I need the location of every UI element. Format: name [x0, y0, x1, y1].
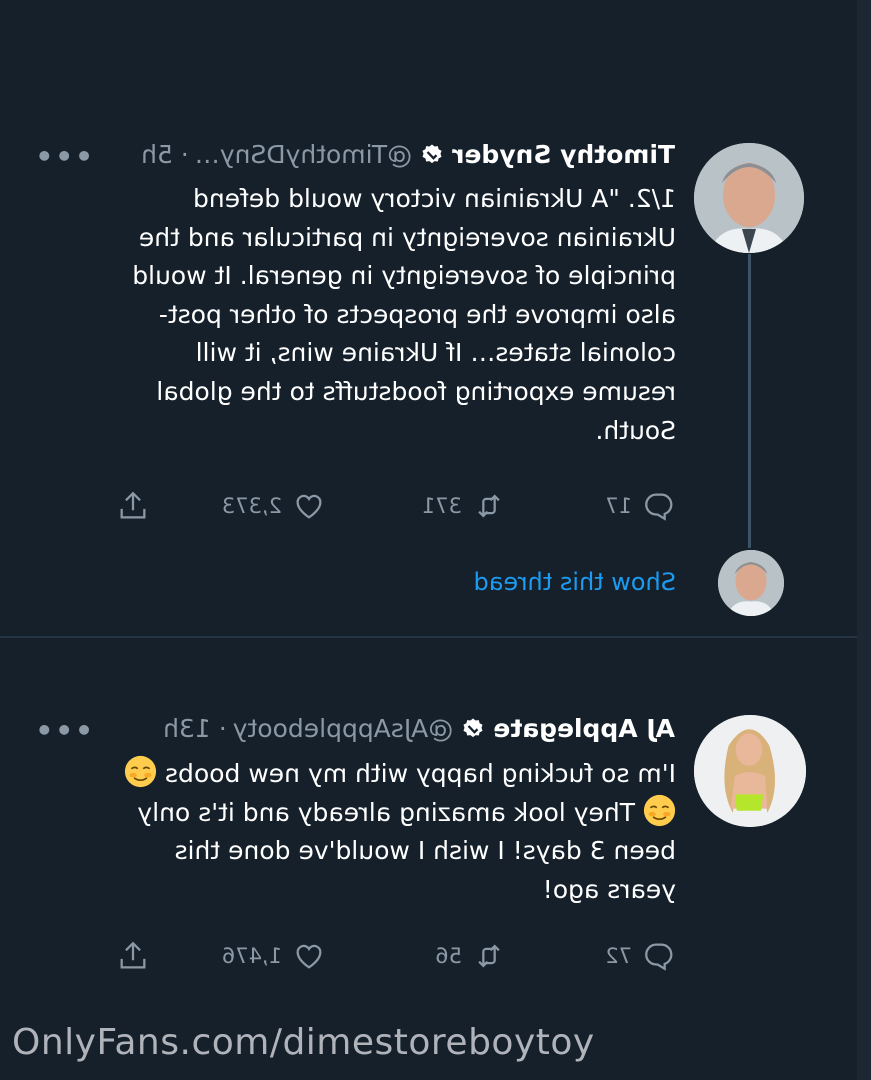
like-count: 2,373	[221, 494, 282, 518]
retweet-button[interactable]: 56	[326, 939, 506, 973]
avatar-photo-icon	[718, 550, 784, 616]
retweet-count: 371	[421, 494, 462, 518]
tweet-actions: 72 56 1,476	[116, 939, 676, 973]
reply-icon	[645, 943, 673, 971]
share-icon	[120, 491, 146, 519]
tweet-text: I'm so fucking happy with my new boobs T…	[36, 755, 676, 909]
author-name[interactable]: Timothy Snyder	[452, 140, 675, 170]
avatar-timothy-snyder[interactable]	[694, 143, 804, 253]
thread-connector-line	[748, 254, 751, 548]
tweet-text-fragment: They look amazing already and it's only	[137, 797, 636, 827]
retweet-icon	[478, 944, 500, 968]
tweet-text-line: They look amazing already and it's only	[36, 794, 676, 833]
author-handle[interactable]: @AJsAppplebooty	[233, 714, 454, 744]
author-name[interactable]: AJ Applegate	[493, 714, 675, 744]
share-button[interactable]	[116, 939, 150, 973]
like-button[interactable]: 2,373	[150, 489, 326, 523]
tweet-timestamp[interactable]: · 13h	[163, 714, 227, 744]
tweet-text-line: resume exporting foodstuffs to the globa…	[156, 376, 676, 406]
show-thread-link[interactable]: Show this thread	[474, 568, 676, 596]
verified-badge-icon	[422, 144, 442, 164]
tweet-text-line: Ukrainian sovereignty in particular and …	[138, 222, 676, 252]
avatar-photo-icon	[694, 715, 806, 827]
like-count: 1,476	[221, 944, 282, 968]
tweet-text-line: principle of sovereignty in general. It …	[132, 261, 676, 291]
tweet-text-fragment: I'm so fucking happy with my new boobs	[165, 759, 676, 788]
reply-button[interactable]: 17	[506, 489, 676, 523]
like-button[interactable]: 1,476	[150, 939, 326, 973]
avatar-photo-icon	[694, 143, 804, 253]
tweet-text: 1/2. "A Ukrainian victory would defend U…	[56, 180, 676, 450]
heart-icon	[296, 944, 322, 969]
retweet-count: 56	[435, 944, 462, 968]
heart-icon	[296, 494, 322, 519]
retweet-button[interactable]: 371	[326, 489, 506, 523]
tweet-text-line: colonial states… If Ukraine wins, it wil…	[195, 338, 676, 368]
tweet-text-line: years ago!	[542, 874, 676, 904]
tweet-timestamp[interactable]: · 5h	[141, 140, 189, 170]
reply-count: 72	[605, 944, 632, 968]
watermark-text: OnlyFans.com/dimestoreboytoy	[12, 1022, 595, 1063]
reply-icon	[645, 493, 673, 521]
tweet-text-line: South.	[595, 415, 676, 445]
verified-badge-icon	[463, 718, 483, 738]
tweet-actions: 17 371 2,373	[116, 489, 676, 523]
smiling-face-emoji	[124, 755, 157, 788]
avatar-aj-applegate[interactable]	[694, 715, 806, 827]
reply-button[interactable]: 72	[506, 939, 676, 973]
retweet-icon	[478, 494, 500, 518]
thread-avatar-timothy-snyder[interactable]	[718, 550, 784, 616]
author-handle[interactable]: @TimothyDSny…	[195, 140, 412, 170]
tweet-text-line: 1/2. "A Ukrainian victory would defend	[193, 184, 676, 213]
reply-count: 17	[605, 494, 632, 518]
more-options-icon[interactable]: •••	[33, 140, 93, 173]
tweet-header: Timothy Snyder @TimothyDSny… · 5h	[141, 140, 675, 170]
more-options-icon[interactable]: •••	[33, 714, 93, 747]
mirrored-timeline: Timothy Snyder @TimothyDSny… · 5h ••• 1/…	[0, 0, 871, 1080]
smiling-face-emoji	[643, 794, 676, 826]
tweet-text-line: I'm so fucking happy with my new boobs	[36, 755, 676, 794]
tweet-text-line: also improve the prospects of other post…	[158, 299, 676, 329]
tweet-divider	[0, 636, 857, 638]
share-button[interactable]	[116, 489, 150, 523]
share-icon	[120, 941, 146, 969]
tweet-text-line: been 3 days! I wish I would've done this	[174, 836, 676, 866]
tweet-header: AJ Applegate @AJsAppplebooty · 13h	[163, 714, 675, 744]
